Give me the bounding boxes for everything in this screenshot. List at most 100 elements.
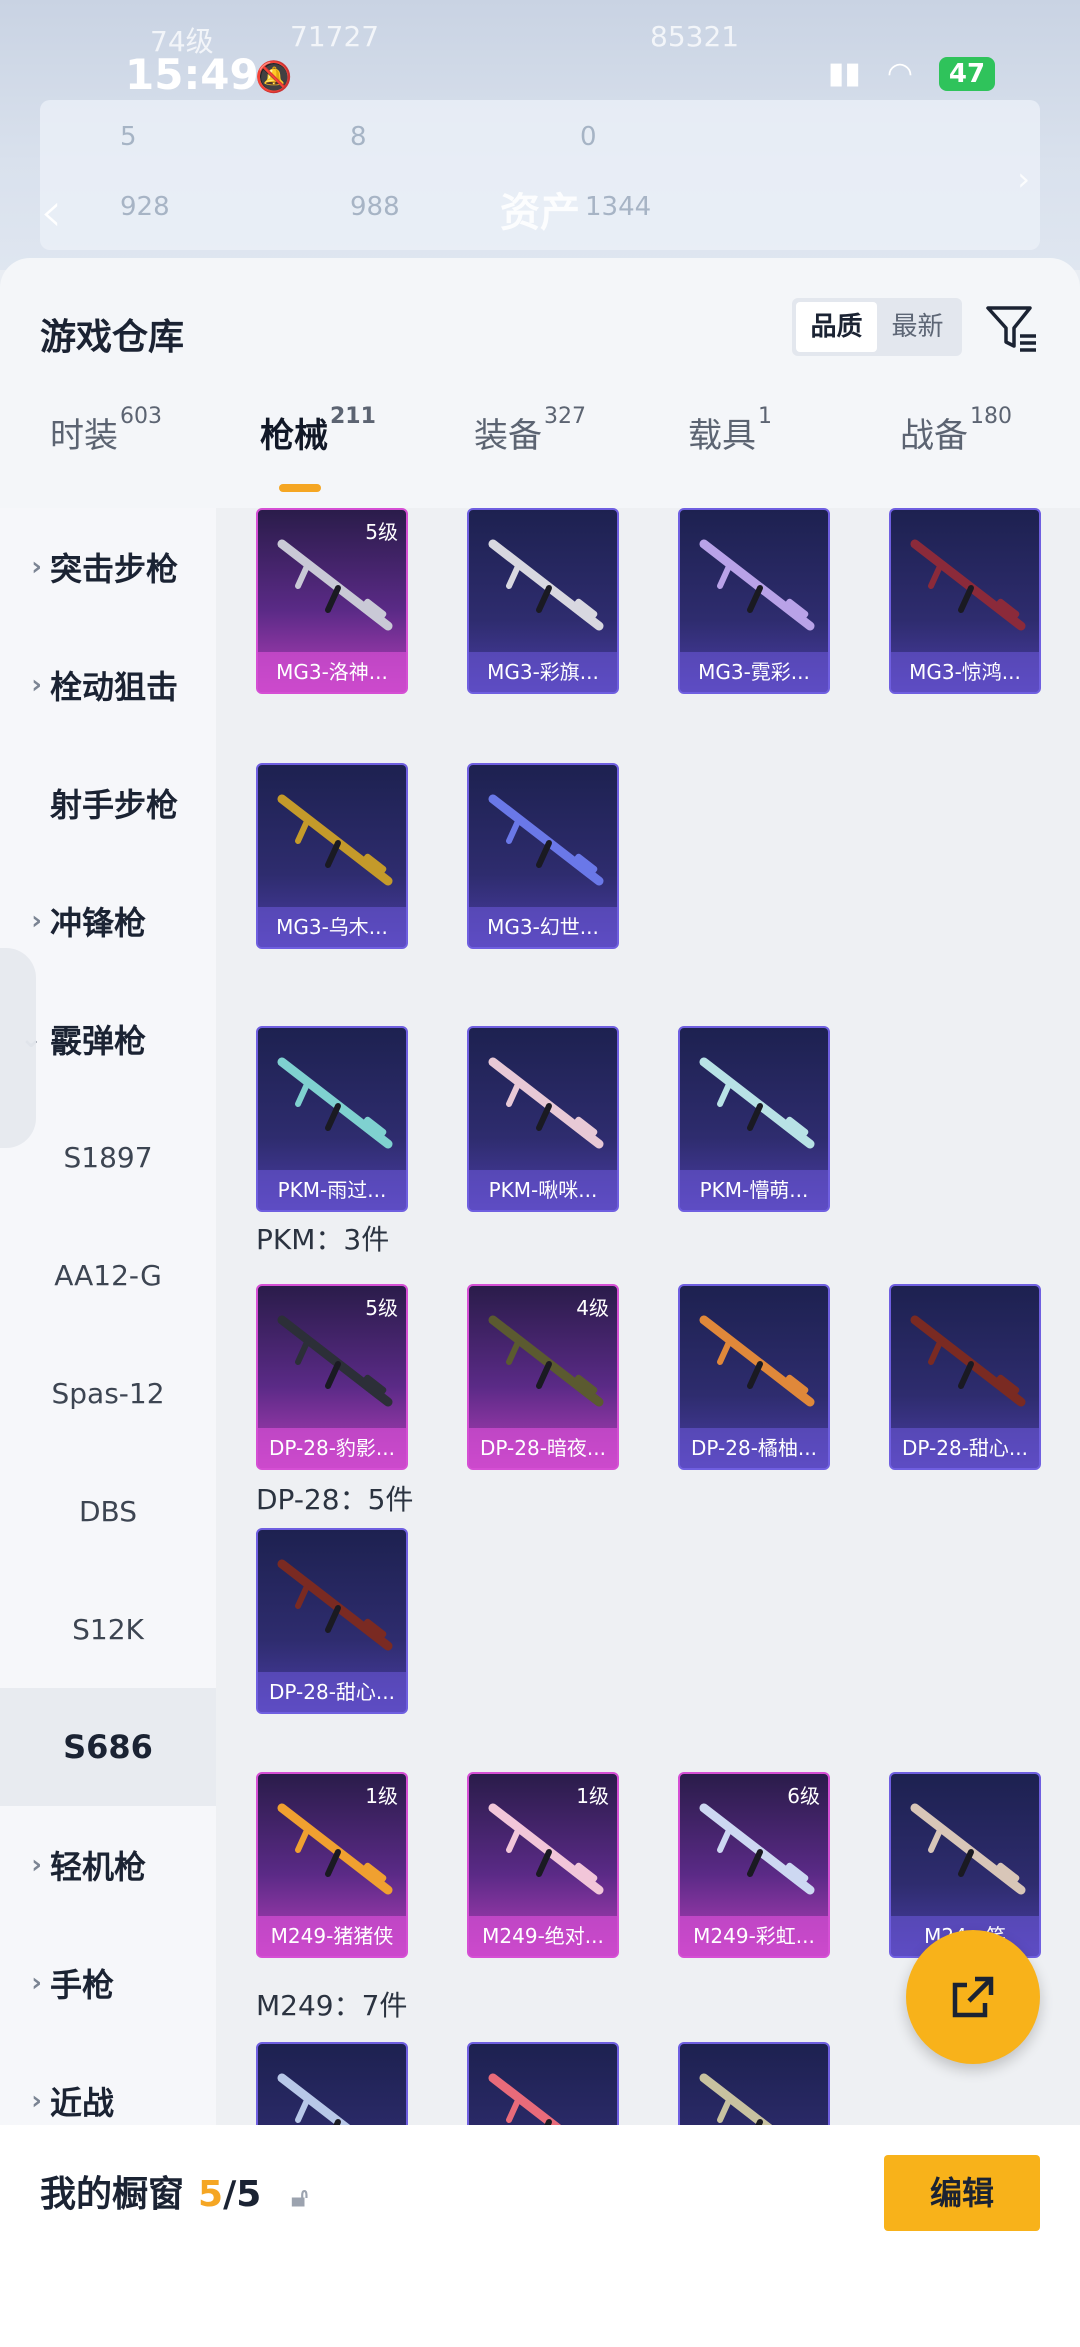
tab-fashion[interactable]: 时装603 [50, 404, 162, 457]
weapon-card[interactable]: MG3-乌木... [256, 763, 408, 949]
weapon-card[interactable]: 5级 DP-28-豹影... [256, 1284, 408, 1470]
weapon-card[interactable]: 1级 M249-绝对... [467, 1772, 619, 1958]
weapon-card[interactable]: MG3-彩旗... [467, 508, 619, 694]
chevron-right-icon: › [31, 906, 42, 936]
gun-skin-icon [488, 1315, 604, 1407]
weapon-card[interactable]: MG3-幻世... [467, 763, 619, 949]
battery-icon: 47 [939, 56, 995, 91]
share-export-button[interactable] [906, 1930, 1040, 2064]
weapon-card[interactable]: 5级 MG3-洛神... [256, 508, 408, 694]
gun-skin-icon [910, 539, 1026, 631]
tab-count: 327 [544, 404, 586, 429]
showcase-label: 我的橱窗 5 /5 🔓︎ [40, 2165, 308, 2217]
sidebar-item-label: 霰弹枪 [50, 1022, 147, 1060]
sidebar-item-spas12[interactable]: Spas-12 [0, 1334, 216, 1452]
category-tabs: 时装603 枪械211 装备327 载具1 战备180 [0, 404, 1080, 508]
gun-skin-icon [488, 539, 604, 631]
weapon-card-name: PKM-雨过... [258, 1170, 406, 1210]
stat-3: 0 [580, 122, 597, 152]
sidebar-item-pistol[interactable]: › 手枪 [0, 1924, 216, 2042]
sort-quality-button[interactable]: 品质 [796, 302, 877, 352]
weapon-card[interactable]: 4级 DP-28-暗夜... [467, 1284, 619, 1470]
side-volume-handle[interactable] [0, 948, 36, 1148]
sidebar-item-s12k[interactable]: S12K [0, 1570, 216, 1688]
stat-4: 928 [120, 192, 170, 222]
tab-supplies[interactable]: 战备180 [900, 404, 1012, 457]
sidebar-item-s686[interactable]: S686 [0, 1688, 216, 1806]
asset-value: 1344 [585, 192, 652, 222]
weapon-card[interactable]: PKM-啾咪... [467, 1026, 619, 1212]
weapon-card[interactable]: 6级 M249-彩虹... [678, 1772, 830, 1958]
showcase-total: /5 [223, 2174, 262, 2215]
weapon-card-name: MG3-幻世... [469, 907, 617, 947]
mute-bell-icon: 🔕 [255, 60, 293, 95]
tab-label: 战备 [900, 416, 968, 456]
weapon-card-name: MG3-彩旗... [469, 652, 617, 692]
tab-firearms[interactable]: 枪械211 [260, 404, 376, 457]
gun-skin-icon [699, 539, 815, 631]
gun-skin-icon [699, 1057, 815, 1149]
weapon-card-name: MG3-洛神... [258, 652, 406, 692]
sidebar-item-label: 轻机枪 [50, 1848, 147, 1886]
status-icons: ▮▮ ◠ 47 [828, 56, 995, 91]
weapon-card[interactable]: PKM-雨过... [256, 1026, 408, 1212]
score-text: 71727 [290, 20, 380, 53]
weapon-card-name: PKM-啾咪... [469, 1170, 617, 1210]
level-badge: 5级 [365, 520, 398, 544]
sort-newest-button[interactable]: 最新 [877, 302, 958, 352]
weapon-card-name: M249-绝对... [469, 1916, 617, 1956]
weapon-card[interactable]: MG3-霓彩... [678, 508, 830, 694]
weapon-card[interactable]: PKM-懵萌... [678, 1026, 830, 1212]
back-arrow-icon[interactable]: ‹ [40, 180, 62, 245]
weapon-card-name: MG3-霓彩... [680, 652, 828, 692]
external-link-icon [952, 1976, 994, 2018]
gun-skin-icon [277, 794, 393, 886]
sidebar-item-smg[interactable]: › 冲锋枪 [0, 862, 216, 980]
sidebar-item-dbs[interactable]: DBS [0, 1452, 216, 1570]
sidebar-item-label: 近战 [50, 2084, 115, 2122]
gun-skin-icon [277, 1559, 393, 1651]
chevron-right-icon[interactable]: › [1017, 160, 1030, 198]
sidebar-item-label: 手枪 [50, 1966, 115, 2004]
gun-skin-icon [910, 1315, 1026, 1407]
sidebar-item-lmg[interactable]: › 轻机枪 [0, 1806, 216, 1924]
weapon-card[interactable]: 1级 M249-猪猪侠 [256, 1772, 408, 1958]
filter-icon[interactable] [982, 298, 1042, 358]
weapon-card-name: DP-28-橘柚... [680, 1428, 828, 1468]
showcase-count: 5 [198, 2174, 224, 2215]
tab-label: 装备 [474, 416, 542, 456]
edit-button[interactable]: 编辑 [884, 2155, 1040, 2231]
sidebar-item-bolt-sniper[interactable]: › 栓动狙击 [0, 626, 216, 744]
sidebar-item-aa12g[interactable]: AA12-G [0, 1216, 216, 1334]
sidebar-item-label: 栓动狙击 [50, 668, 179, 706]
weapon-card[interactable]: DP-28-甜心... [889, 1284, 1041, 1470]
sidebar-item-marksman-rifle[interactable]: 射手步枪 [0, 744, 216, 862]
wifi-icon: ◠ [886, 56, 913, 91]
chevron-right-icon: › [31, 670, 42, 700]
sidebar-item-assault-rifle[interactable]: › 突击步枪 [0, 508, 216, 626]
showcase-bar: 我的橱窗 5 /5 🔓︎ 编辑 [0, 2125, 1080, 2347]
level-badge: 1级 [576, 1784, 609, 1808]
gun-skin-icon [277, 1803, 393, 1895]
gun-skin-icon [488, 1803, 604, 1895]
tab-count: 603 [120, 404, 162, 429]
gun-skin-icon [277, 1057, 393, 1149]
asset-label: 资产 [500, 190, 580, 236]
tab-vehicles[interactable]: 载具1 [688, 404, 772, 457]
chevron-right-icon: › [31, 1968, 42, 1998]
lock-icon: 🔓︎ [291, 2183, 309, 2213]
sidebar-item-label: 冲锋枪 [50, 904, 147, 942]
weapon-card[interactable]: MG3-惊鸿... [889, 508, 1041, 694]
weapon-category-sidebar: ›突击步枪 ›栓动狙击 射手步枪 ›冲锋枪 ⌄霰弹枪 S1897 AA12-G … [0, 508, 216, 2188]
weapon-card[interactable]: DP-28-橘柚... [678, 1284, 830, 1470]
group-label-pkm: PKM：3件 [256, 1223, 390, 1256]
weapon-card[interactable]: DP-28-甜心... [256, 1528, 408, 1714]
level-badge: 4级 [576, 1296, 609, 1320]
gun-skin-icon [277, 1315, 393, 1407]
gun-skin-icon [277, 539, 393, 631]
active-tab-indicator [279, 484, 321, 492]
tab-count: 180 [970, 404, 1012, 429]
chevron-right-icon: › [31, 2086, 42, 2116]
tab-equipment[interactable]: 装备327 [474, 404, 586, 457]
group-label-dp28: DP-28：5件 [256, 1483, 414, 1516]
